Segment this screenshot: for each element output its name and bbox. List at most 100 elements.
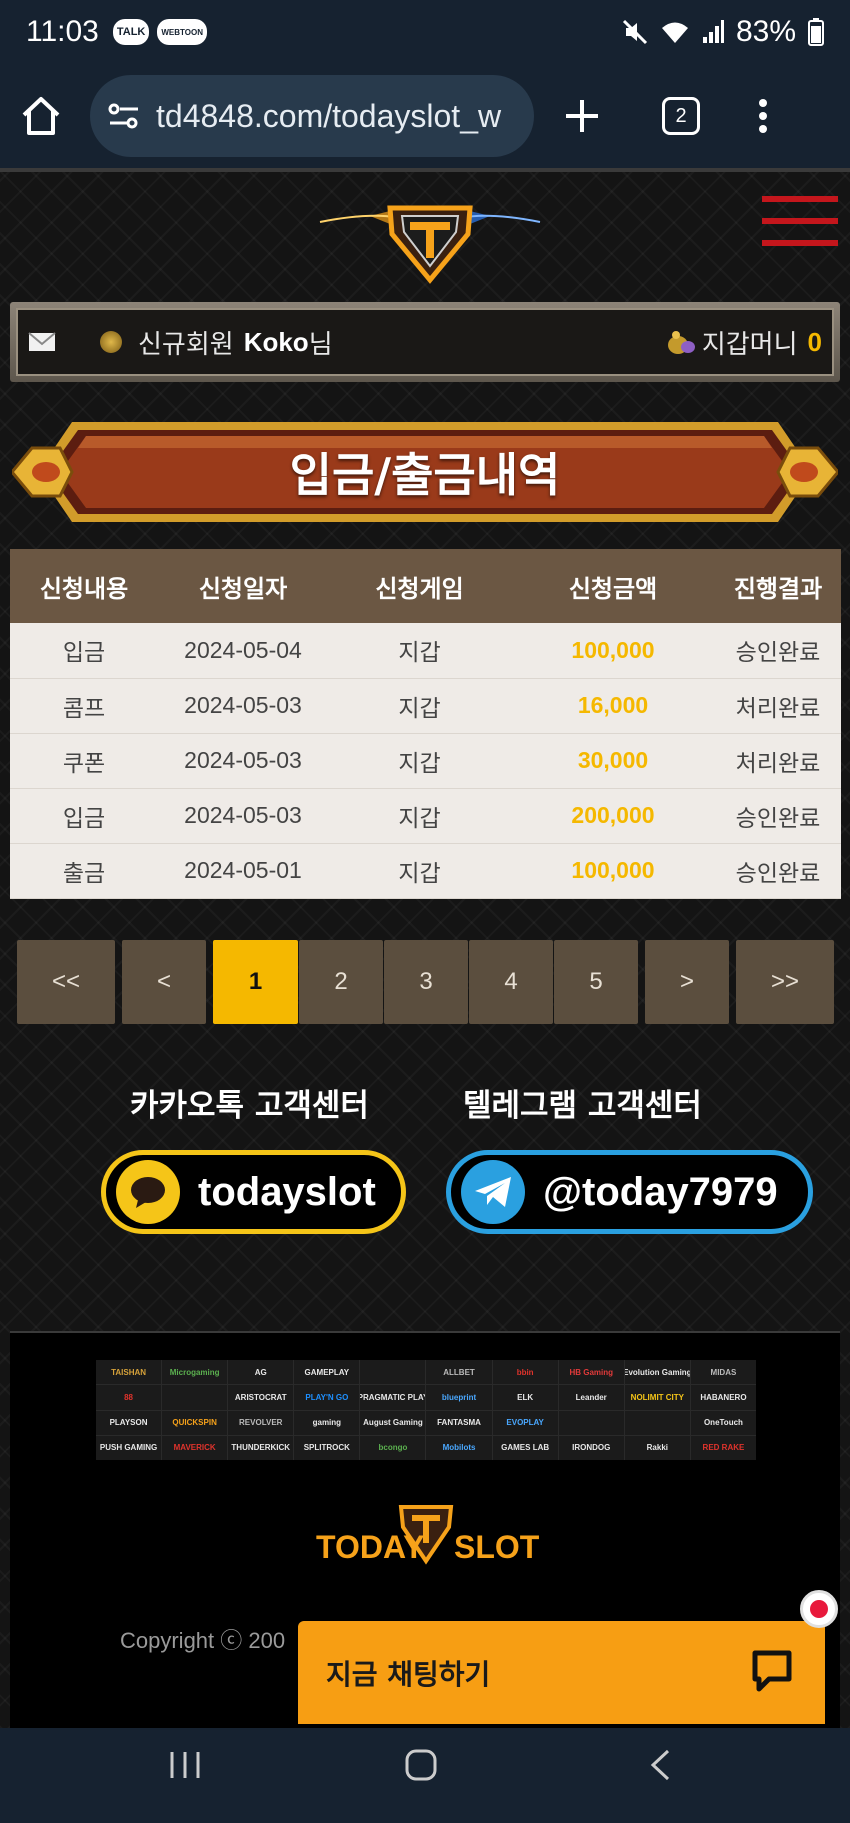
kakao-cs-label: 카카오톡 고객센터 [130,1088,369,1124]
provider-logo: MAVERICK [162,1435,228,1460]
provider-logo: IRONDOG [558,1435,624,1460]
page-button-1[interactable]: 1 [213,940,298,1024]
mute-icon [622,19,648,45]
battery-icon [808,18,824,46]
money-bag-icon [667,331,695,354]
provider-logo: Rakki [624,1435,690,1460]
provider-logo: bbin [492,1360,558,1385]
cell-result: 처리완료 [715,733,841,789]
telegram-id: @today7979 [543,1169,778,1214]
wallet-amount: 0 [807,326,822,357]
table-row: 입금 2024-05-03 지갑 200,000 승인완료 [10,788,841,844]
chat-bubble-icon [752,1650,792,1692]
cell-date: 2024-05-01 [158,843,328,899]
page-button-4[interactable]: 4 [469,940,553,1024]
provider-logo: blueprint [426,1385,492,1410]
home-nav-icon[interactable] [404,1748,438,1782]
mail-icon[interactable] [28,331,56,353]
cell-type: 출금 [10,843,158,899]
header-result: 진행결과 [715,549,841,623]
tab-switcher-button[interactable]: 2 [662,97,700,135]
cell-amount: 100,000 [511,843,715,899]
menu-button[interactable] [762,196,838,256]
provider-logo: OneTouch [690,1410,756,1435]
more-options-icon[interactable] [758,98,768,134]
provider-logo: PRAGMATIC PLAY [360,1385,426,1410]
provider-logo: EVOPLAY [492,1410,558,1435]
header-amount: 신청금액 [511,549,715,623]
battery-percent: 83% [735,15,796,48]
header-type: 신청내용 [10,549,158,623]
browser-toolbar: td4848.com/todayslot_w 2 [0,64,850,168]
cell-date: 2024-05-03 [158,678,328,734]
cell-game: 지갑 [328,843,511,899]
page-button-2[interactable]: 2 [299,940,383,1024]
header-game: 신청게임 [328,549,511,623]
cell-result: 승인완료 [715,788,841,844]
cell-date: 2024-05-03 [158,788,328,844]
signal-icon [702,20,724,43]
game-provider-logos: TAISHAN Microgaming AG GAMEPLAY ALLBET bbin HB… [96,1360,756,1460]
provider-logo [624,1410,690,1435]
cell-amount: 200,000 [511,788,715,844]
provider-logo: FANTASMA [426,1410,492,1435]
cell-result: 처리완료 [715,678,841,734]
kakao-contact-button[interactable]: todayslot [101,1150,406,1234]
provider-logo: bcongo [360,1435,426,1460]
provider-logo: TAISHAN [96,1360,162,1385]
site-settings-icon[interactable] [108,102,140,130]
menu-line [762,240,838,246]
cell-type: 쿠폰 [10,733,158,789]
header-date: 신청일자 [158,549,328,623]
home-icon[interactable] [20,95,62,137]
status-time: 11:03 [26,15,99,48]
divider [0,168,850,172]
provider-logo: GAMES LAB [492,1435,558,1460]
cell-date: 2024-05-04 [158,623,328,679]
menu-line [762,218,838,224]
provider-logo: ARISTOCRAT [228,1385,294,1410]
footer-logo: TODAY SLOT [316,1499,539,1579]
wifi-icon [661,22,688,43]
page-button-3[interactable]: 3 [384,940,468,1024]
provider-logo: PLAYSON [96,1410,162,1435]
provider-logo: Microgaming [162,1360,228,1385]
new-tab-icon[interactable] [564,98,600,134]
cell-game: 지갑 [328,623,511,679]
user-level-icon [100,331,122,353]
first-page-button[interactable]: << [17,940,115,1024]
kakao-talk-icon [116,1160,180,1224]
wallet: 지갑머니 0 [666,324,822,361]
site-logo[interactable] [310,176,550,294]
back-icon[interactable] [648,1748,672,1782]
telegram-icon [461,1160,525,1224]
recent-apps-icon[interactable] [168,1748,202,1782]
provider-logo: GAMEPLAY [294,1360,360,1385]
next-page-button[interactable]: > [645,940,729,1024]
provider-logo: SPLITROCK [294,1435,360,1460]
chat-notification-badge [800,1590,838,1628]
menu-line [762,196,838,202]
provider-logo: PUSH GAMING [96,1435,162,1460]
telegram-contact-button[interactable]: @today7979 [446,1150,813,1234]
footer-logo-today: TODAY [316,1529,425,1565]
live-chat-button[interactable]: 지금 채팅하기 [298,1621,825,1724]
provider-logo: Evolution Gaming [624,1360,690,1385]
prev-page-button[interactable]: < [122,940,206,1024]
cell-type: 입금 [10,623,158,679]
address-bar[interactable]: td4848.com/todayslot_w [90,75,534,157]
wallet-label: 지갑머니 [701,328,798,359]
provider-logo: RED RAKE [690,1435,756,1460]
provider-logo: Leander [558,1385,624,1410]
page-button-5[interactable]: 5 [554,940,638,1024]
page-title-banner: 입금/출금내역 [10,414,840,530]
provider-logo: QUICKSPIN [162,1410,228,1435]
provider-logo: 88 [96,1385,162,1410]
provider-logo [162,1385,228,1410]
last-page-button[interactable]: >> [736,940,834,1024]
cell-game: 지갑 [328,678,511,734]
cell-amount: 16,000 [511,678,715,734]
provider-logo: AG [228,1360,294,1385]
provider-logo: Mobilots [426,1435,492,1460]
page-content: 신규회원 Koko 님 지갑머니 0 입금/출금내역 신청내용 신청일자 신청게… [0,168,850,1728]
